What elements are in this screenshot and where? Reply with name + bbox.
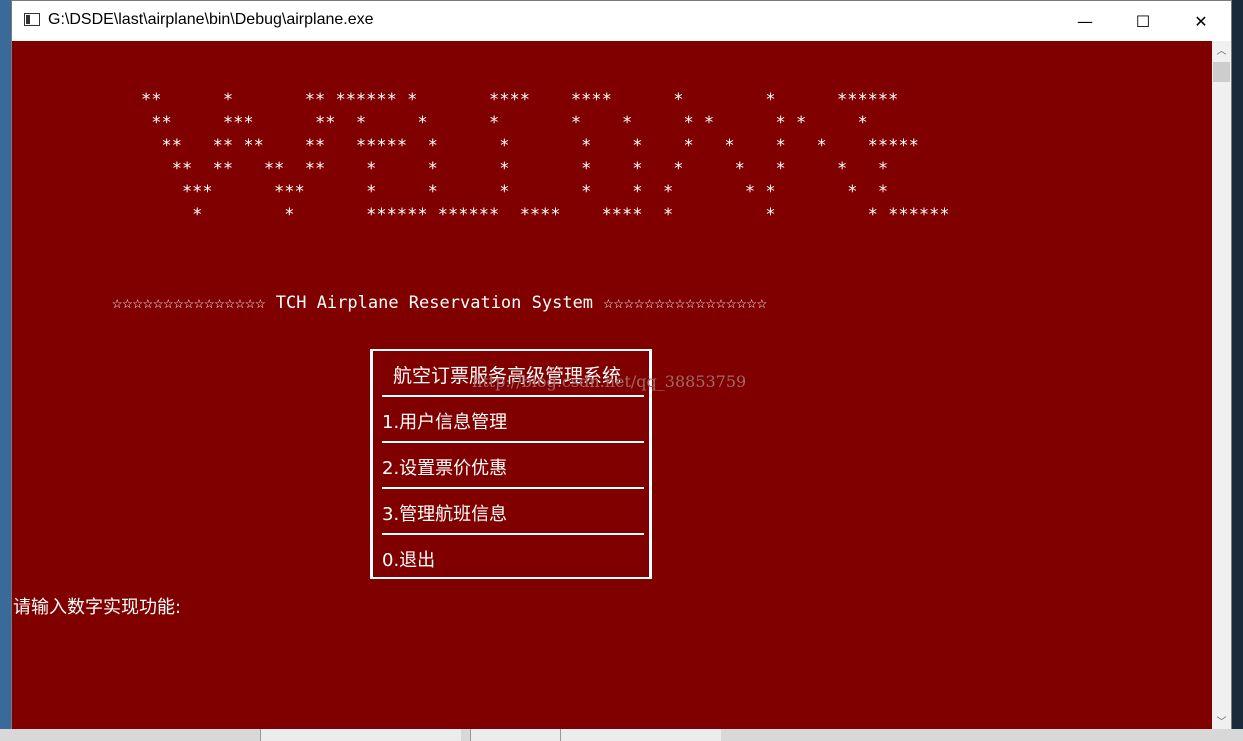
desktop-background-bottom (0, 729, 1243, 741)
scroll-thumb[interactable] (1213, 62, 1230, 82)
input-prompt[interactable]: 请输入数字实现功能: (13, 593, 181, 619)
menu-divider (382, 395, 644, 397)
scroll-down-arrow-icon[interactable]: ﹀ (1212, 712, 1231, 729)
maximize-button[interactable]: ☐ (1114, 1, 1172, 41)
menu-divider (382, 533, 644, 535)
menu-item-user-info: 1.用户信息管理 (382, 412, 508, 433)
menu-divider (382, 441, 644, 443)
vertical-scrollbar[interactable]: ︿ ﹀ (1212, 41, 1231, 729)
minimize-button[interactable]: — (1056, 1, 1114, 41)
ascii-art-welcome: ** * ** ****** * **** **** * * ****** **… (141, 90, 950, 225)
blog-watermark: http://blog.csdn.net/qq_38853759 (472, 372, 747, 391)
console-window: G:\DSDE\last\airplane\bin\Debug\airplane… (11, 0, 1232, 729)
system-banner: ☆☆☆☆☆☆☆☆☆☆☆☆☆☆☆ TCH Airplane Reservation… (112, 293, 768, 313)
window-title: G:\DSDE\last\airplane\bin\Debug\airplane… (48, 11, 374, 28)
console-area[interactable]: ** * ** ****** * **** **** * * ****** **… (12, 41, 1212, 729)
close-button[interactable]: ✕ (1172, 1, 1230, 41)
menu-item-flight-info: 3.管理航班信息 (382, 504, 508, 525)
menu-item-ticket-discount: 2.设置票价优惠 (382, 458, 508, 479)
scroll-up-arrow-icon[interactable]: ︿ (1212, 41, 1231, 58)
menu-item-exit: 0.退出 (382, 550, 436, 571)
menu-divider (382, 487, 644, 489)
console-app-icon[interactable] (24, 13, 40, 26)
title-bar[interactable]: G:\DSDE\last\airplane\bin\Debug\airplane… (12, 1, 1231, 41)
